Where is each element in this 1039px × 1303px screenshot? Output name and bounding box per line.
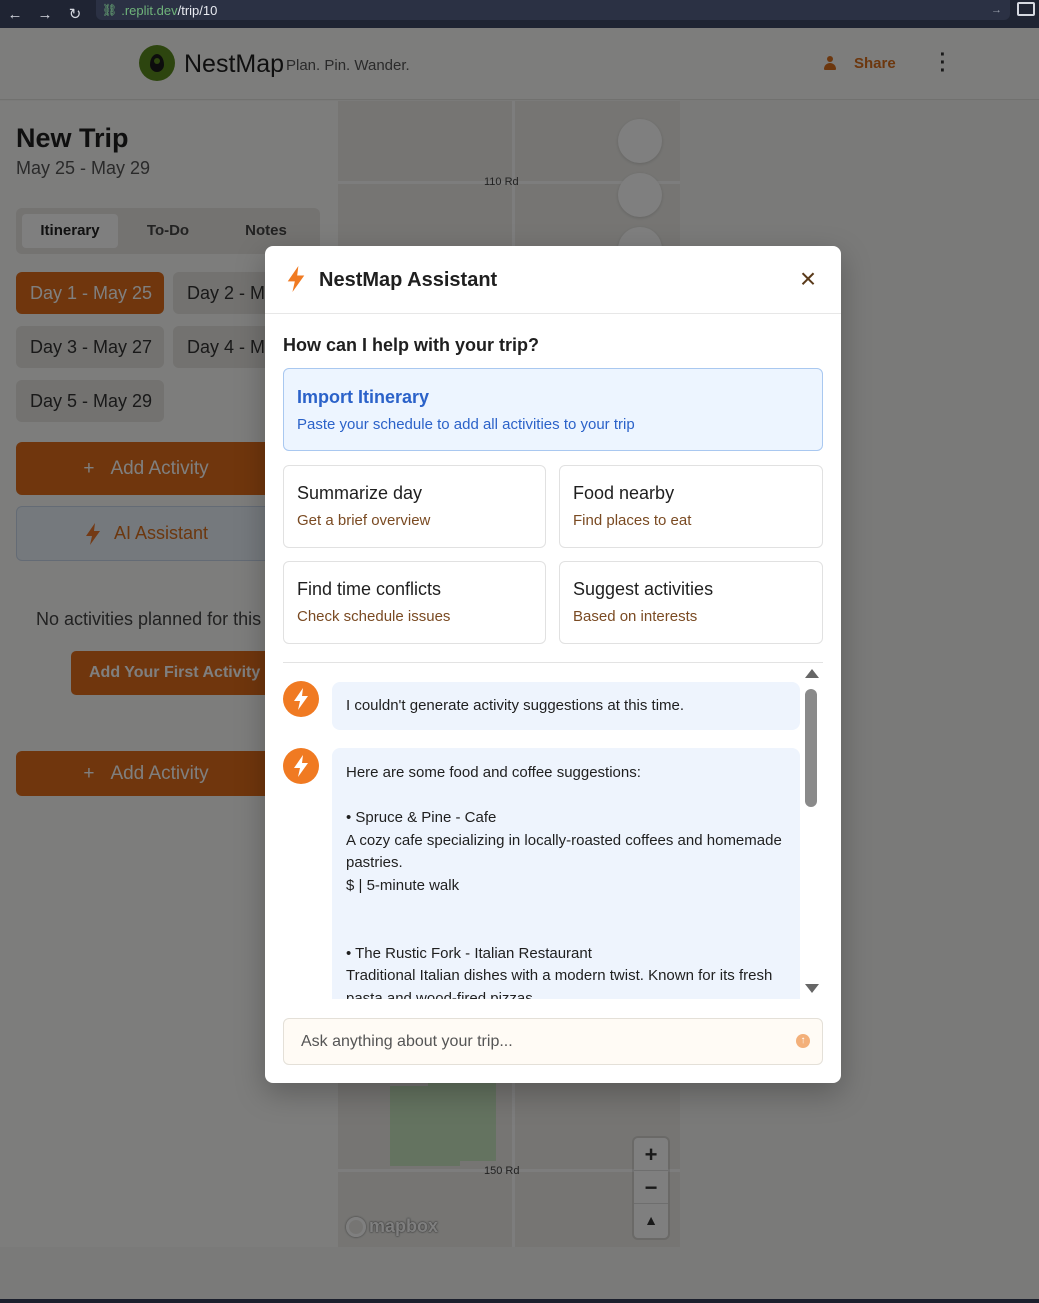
browser-chrome: ← → ↻ ⛓ .replit.dev /trip/10 → (0, 0, 1039, 28)
scroll-up-arrow-icon[interactable] (805, 669, 819, 678)
card-title: Find time conflicts (297, 579, 442, 599)
chat-input-box: ↑ (283, 1018, 823, 1065)
card-subtitle: Paste your schedule to add all activitie… (297, 416, 635, 433)
card-title: Import Itinerary (297, 387, 430, 407)
forward-icon[interactable]: → (30, 6, 60, 23)
url-path: /trip/10 (177, 2, 218, 18)
bolt-icon (287, 266, 305, 292)
food-nearby-card[interactable]: Food nearby Find places to eat (559, 465, 823, 548)
chat-history[interactable]: I couldn't generate activity suggestions… (283, 669, 823, 999)
assistant-avatar (283, 681, 319, 717)
taskbar (0, 1299, 1039, 1303)
scroll-down-arrow-icon[interactable] (805, 984, 819, 993)
chat-message: Here are some food and coffee suggestion… (332, 748, 800, 999)
card-title: Food nearby (573, 483, 675, 503)
assistant-avatar (283, 748, 319, 784)
chat-message: I couldn't generate activity suggestions… (332, 682, 800, 730)
assistant-dialog: NestMap Assistant × How can I help with … (265, 246, 841, 1083)
card-subtitle: Based on interests (573, 608, 698, 625)
close-icon[interactable]: × (795, 265, 821, 293)
send-icon[interactable]: ↑ (796, 1034, 810, 1048)
import-itinerary-card[interactable]: Import Itinerary Paste your schedule to … (283, 368, 823, 451)
card-subtitle: Find places to eat (573, 512, 692, 529)
help-question: How can I help with your trip? (283, 335, 540, 355)
divider (283, 662, 823, 663)
reload-icon[interactable]: ↻ (60, 5, 90, 23)
go-arrow-icon[interactable]: → (991, 4, 1002, 16)
back-icon[interactable]: ← (0, 6, 30, 23)
scroll-thumb[interactable] (805, 689, 817, 807)
address-bar[interactable]: ⛓ .replit.dev /trip/10 → (96, 0, 1010, 20)
card-title: Summarize day (297, 483, 423, 503)
dialog-header: NestMap Assistant × (265, 246, 841, 314)
card-subtitle: Get a brief overview (297, 512, 431, 529)
url-domain: .replit.dev (121, 2, 178, 18)
link-icon: ⛓ (102, 3, 118, 17)
chat-input[interactable] (284, 1019, 784, 1064)
time-conflicts-card[interactable]: Find time conflicts Check schedule issue… (283, 561, 546, 644)
chat-scrollbar[interactable] (803, 669, 819, 999)
summarize-day-card[interactable]: Summarize day Get a brief overview (283, 465, 546, 548)
card-title: Suggest activities (573, 579, 714, 599)
dialog-title: NestMap Assistant (319, 269, 498, 291)
screen-icon[interactable] (1017, 2, 1035, 16)
bolt-icon (294, 755, 308, 777)
card-subtitle: Check schedule issues (297, 608, 451, 625)
suggest-activities-card[interactable]: Suggest activities Based on interests (559, 561, 823, 644)
bolt-icon (294, 688, 308, 710)
